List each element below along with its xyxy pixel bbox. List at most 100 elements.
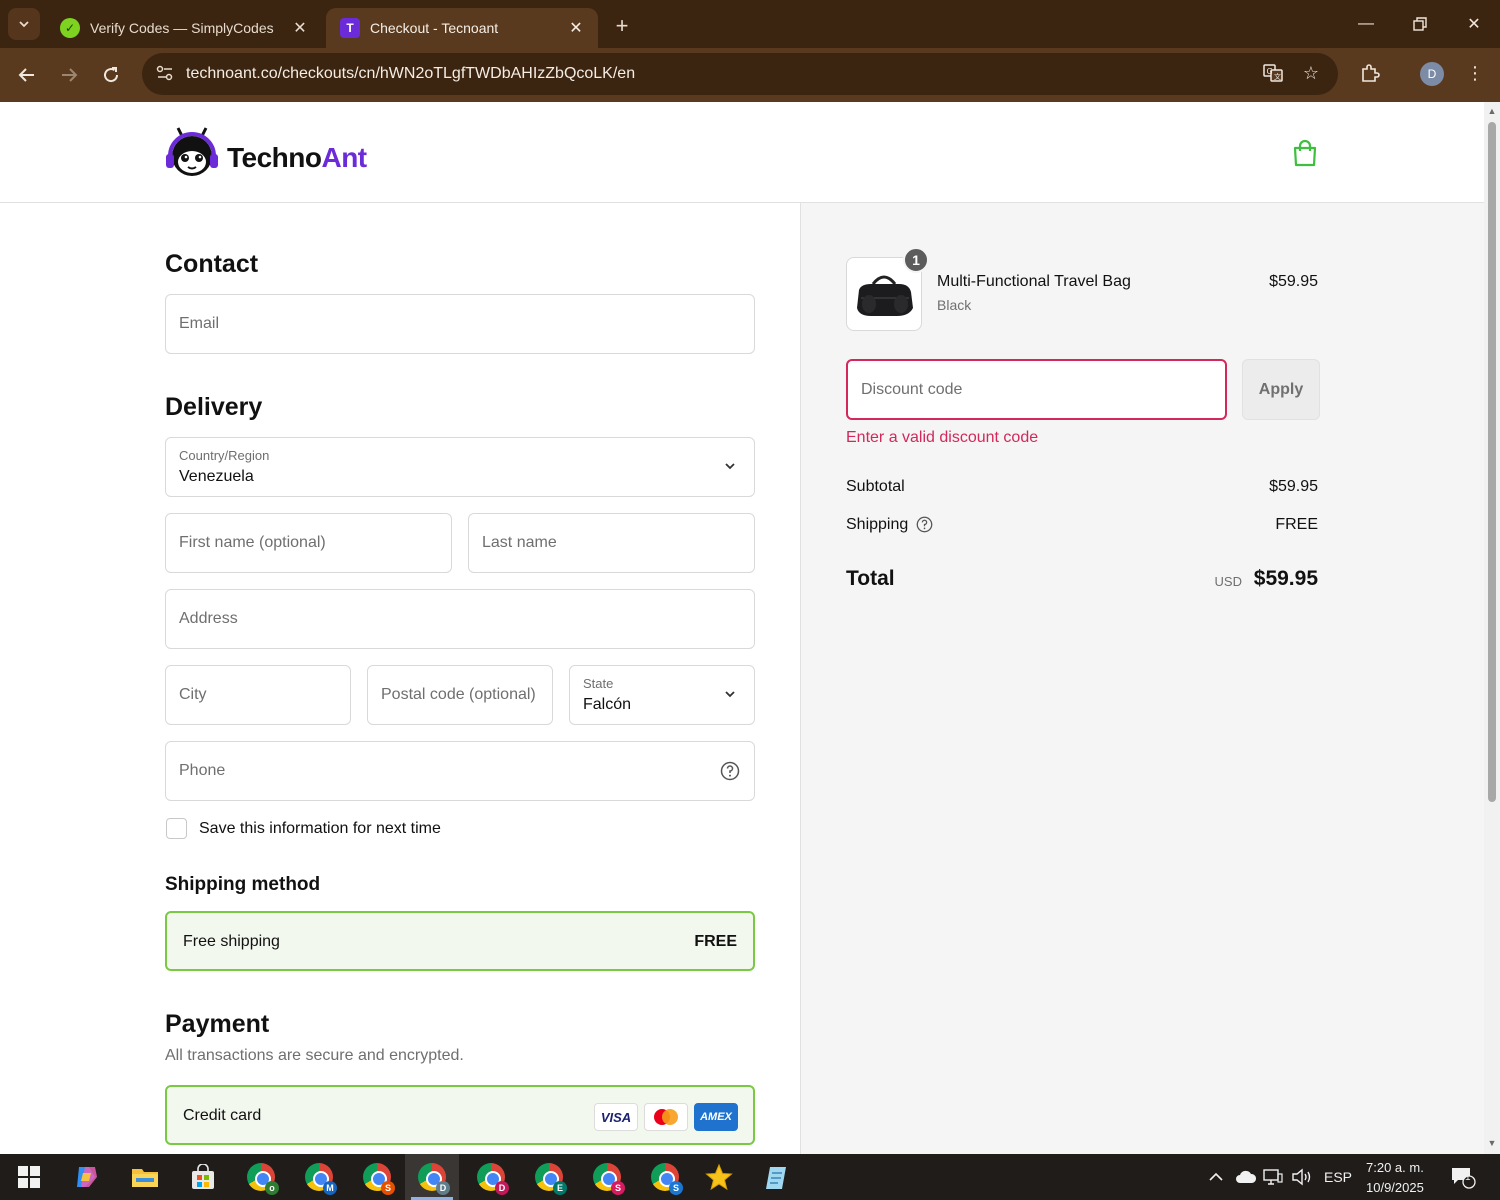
address-bar[interactable]: technoant.co/checkouts/cn/hWN2oTLgfTWDbA… bbox=[142, 53, 1338, 95]
volume-icon[interactable] bbox=[1291, 1154, 1313, 1200]
shipping-method-heading: Shipping method bbox=[165, 874, 321, 895]
onedrive-cloud-icon[interactable] bbox=[1235, 1154, 1257, 1200]
total-label: Total bbox=[846, 567, 895, 590]
apply-discount-button[interactable]: Apply bbox=[1242, 359, 1320, 420]
copilot-icon[interactable] bbox=[60, 1154, 114, 1200]
restore-icon bbox=[1413, 17, 1427, 31]
store-name-part2: Ant bbox=[321, 142, 367, 173]
microsoft-store-icon[interactable] bbox=[176, 1154, 230, 1200]
chrome-profile-s2-icon[interactable]: S bbox=[580, 1154, 634, 1200]
minimize-button[interactable]: — bbox=[1346, 8, 1386, 40]
postal-code-field[interactable]: Postal code (optional) bbox=[367, 665, 553, 725]
payment-heading: Payment bbox=[165, 1010, 270, 1038]
input-language-indicator[interactable]: ESP bbox=[1324, 1154, 1352, 1200]
show-hidden-icons-chevron-icon[interactable] bbox=[1208, 1154, 1224, 1200]
credit-card-option[interactable]: Credit card VISA AMEX bbox=[165, 1085, 755, 1145]
payment-security-note: All transactions are secure and encrypte… bbox=[165, 1047, 464, 1064]
shipping-label: Shipping bbox=[846, 516, 909, 533]
city-field[interactable]: City bbox=[165, 665, 351, 725]
arrow-right-icon bbox=[62, 68, 78, 82]
order-summary: 1 Multi-Functional Travel Bag Black $59.… bbox=[800, 203, 1484, 1154]
scroll-up-icon[interactable]: ▲ bbox=[1487, 106, 1497, 116]
chrome-profile-m-icon[interactable]: M bbox=[292, 1154, 346, 1200]
last-name-placeholder: Last name bbox=[482, 534, 557, 551]
windows-start-icon[interactable] bbox=[2, 1154, 56, 1200]
tab-search-menu-button[interactable] bbox=[8, 8, 40, 40]
browser-menu-icon[interactable]: ⋮ bbox=[1462, 60, 1488, 86]
chrome-profile-e-icon[interactable]: E bbox=[522, 1154, 576, 1200]
notepad-app-icon[interactable] bbox=[750, 1154, 804, 1200]
svg-text:文: 文 bbox=[1274, 72, 1281, 81]
help-circle-icon[interactable] bbox=[720, 761, 740, 781]
technoant-favicon-icon: T bbox=[340, 18, 360, 38]
profile-avatar[interactable]: D bbox=[1420, 62, 1444, 86]
mastercard-logo-icon bbox=[644, 1103, 688, 1131]
discount-code-field[interactable]: Discount code bbox=[846, 359, 1227, 420]
tab-title: Verify Codes — SimplyCodes bbox=[90, 20, 274, 36]
email-field[interactable]: Email bbox=[165, 294, 755, 354]
chrome-profile-o-icon[interactable]: o bbox=[234, 1154, 288, 1200]
chrome-profile-d2-icon[interactable]: D bbox=[464, 1154, 518, 1200]
bookmark-star-icon[interactable]: ☆ bbox=[1298, 60, 1324, 86]
star-app-icon[interactable] bbox=[692, 1154, 746, 1200]
phone-placeholder: Phone bbox=[179, 762, 226, 779]
state-select[interactable]: State Falcón bbox=[569, 665, 755, 725]
technoant-logo-icon[interactable] bbox=[164, 126, 220, 180]
forward-button[interactable] bbox=[54, 60, 84, 90]
phone-field[interactable]: Phone bbox=[165, 741, 755, 801]
store-name[interactable]: TechnoAnt bbox=[227, 142, 367, 174]
total-value: $59.95 bbox=[1253, 567, 1318, 590]
credit-card-label: Credit card bbox=[183, 1107, 262, 1124]
browser-tab-bar: ✓ Verify Codes — SimplyCodes ✕ T Checkou… bbox=[0, 0, 1500, 48]
notification-count: 1 bbox=[1465, 1172, 1471, 1183]
site-info-icon[interactable] bbox=[156, 65, 180, 84]
save-info-checkbox[interactable] bbox=[166, 818, 187, 839]
chevron-down-icon bbox=[19, 21, 29, 28]
browser-toolbar: technoant.co/checkouts/cn/hWN2oTLgfTWDbA… bbox=[0, 48, 1500, 102]
reload-button[interactable] bbox=[96, 60, 126, 90]
notification-center-icon[interactable]: 1 bbox=[1450, 1154, 1476, 1200]
address-placeholder: Address bbox=[179, 610, 238, 627]
discount-code-placeholder: Discount code bbox=[861, 381, 963, 398]
simplycodes-icon: ✓ bbox=[60, 18, 80, 38]
country-select[interactable]: Country/Region Venezuela bbox=[165, 437, 755, 497]
scrollbar-thumb[interactable] bbox=[1488, 122, 1496, 802]
page-scrollbar[interactable]: ▲ ▼ bbox=[1484, 102, 1500, 1154]
shipping-value: FREE bbox=[1275, 516, 1318, 533]
reload-icon bbox=[104, 67, 119, 83]
close-window-button[interactable]: ✕ bbox=[1454, 8, 1494, 40]
translate-icon[interactable]: G文 bbox=[1260, 60, 1286, 86]
tab-checkout[interactable]: T Checkout - Tecnoant ✕ bbox=[326, 8, 598, 48]
chevron-down-icon bbox=[725, 691, 735, 698]
extensions-puzzle-icon[interactable] bbox=[1357, 60, 1383, 86]
url-text: technoant.co/checkouts/cn/hWN2oTLgfTWDbA… bbox=[186, 65, 636, 82]
city-placeholder: City bbox=[179, 686, 207, 703]
discount-error-message: Enter a valid discount code bbox=[846, 429, 1039, 446]
system-clock[interactable]: 7:20 a. m. 10/9/2025 bbox=[1366, 1158, 1424, 1198]
chrome-profile-d-icon[interactable]: D bbox=[405, 1154, 459, 1200]
windows-taskbar: o M S D D E S S ESP 7:20 a. m. 10/9/2025… bbox=[0, 1154, 1500, 1200]
network-icon[interactable] bbox=[1262, 1154, 1284, 1200]
shipping-help-icon[interactable] bbox=[916, 516, 933, 533]
store-name-part1: Techno bbox=[227, 142, 322, 173]
file-explorer-icon[interactable] bbox=[118, 1154, 172, 1200]
scroll-down-icon[interactable]: ▼ bbox=[1487, 1138, 1497, 1148]
last-name-field[interactable]: Last name bbox=[468, 513, 755, 573]
back-button[interactable] bbox=[12, 60, 42, 90]
free-shipping-option[interactable]: Free shipping FREE bbox=[165, 911, 755, 971]
close-tab-icon[interactable]: ✕ bbox=[566, 18, 586, 38]
country-label: Country/Region bbox=[179, 448, 270, 463]
address-field[interactable]: Address bbox=[165, 589, 755, 649]
chrome-profile-s3-icon[interactable]: S bbox=[638, 1154, 692, 1200]
shipping-option-price: FREE bbox=[694, 933, 737, 950]
new-tab-button[interactable]: + bbox=[608, 12, 636, 40]
product-variant: Black bbox=[937, 297, 972, 313]
chrome-profile-s-icon[interactable]: S bbox=[350, 1154, 404, 1200]
first-name-field[interactable]: First name (optional) bbox=[165, 513, 452, 573]
shopping-bag-icon[interactable] bbox=[1292, 139, 1318, 167]
restore-button[interactable] bbox=[1400, 8, 1440, 40]
subtotal-label: Subtotal bbox=[846, 478, 905, 495]
product-price: $59.95 bbox=[1269, 273, 1318, 290]
tab-simplycodes[interactable]: ✓ Verify Codes — SimplyCodes ✕ bbox=[46, 8, 322, 48]
close-tab-icon[interactable]: ✕ bbox=[290, 18, 310, 38]
